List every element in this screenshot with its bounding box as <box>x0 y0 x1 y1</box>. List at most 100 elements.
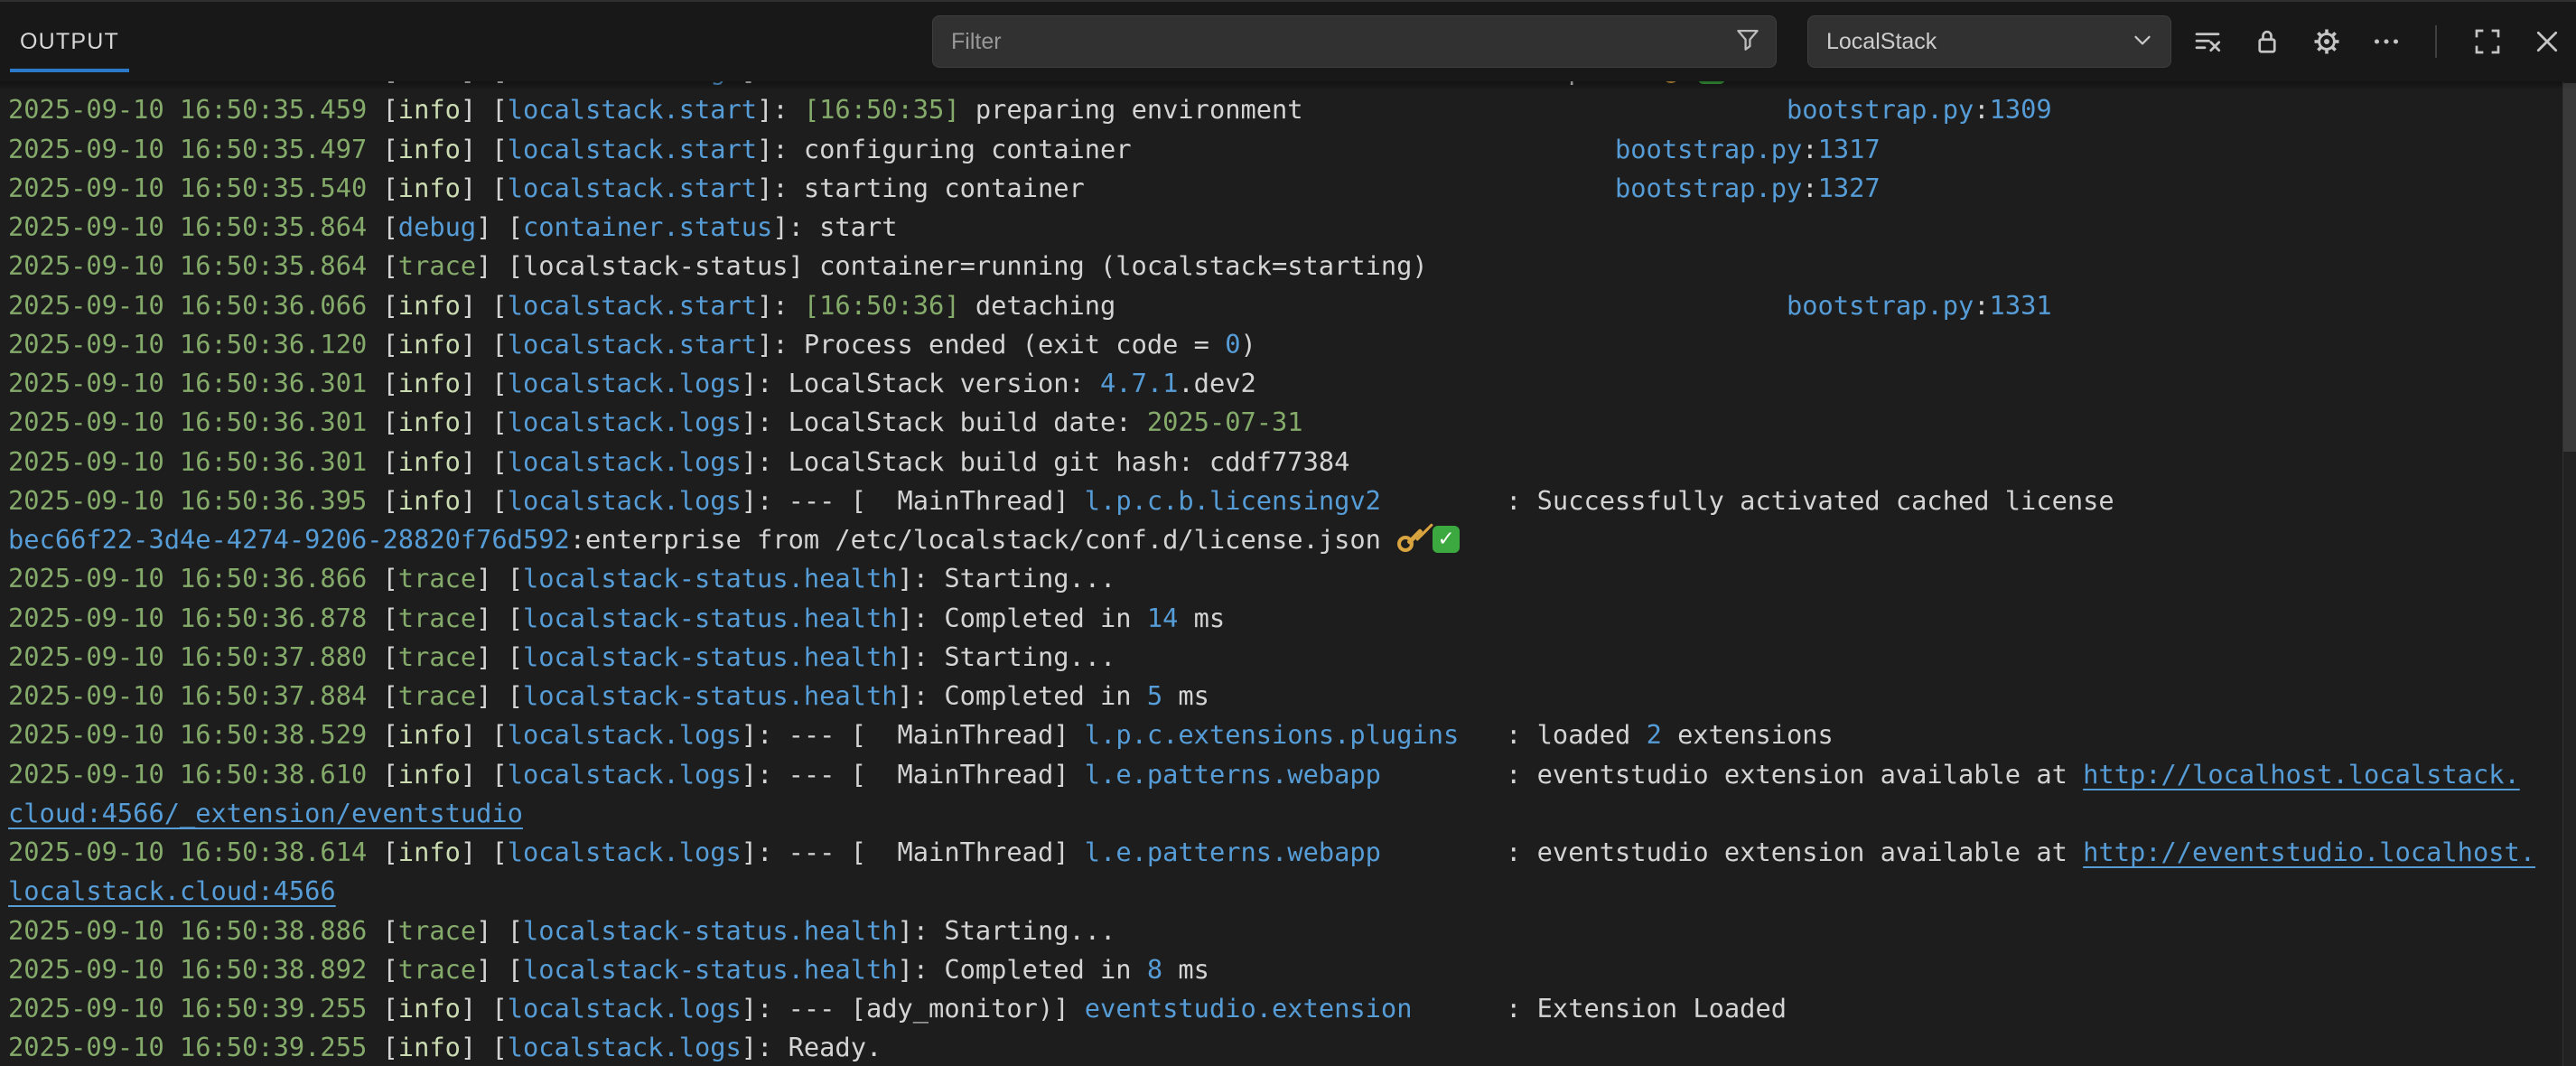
close-panel-button[interactable] <box>2527 22 2567 61</box>
log-text: 2025-09-10 16:50:38.892 <box>8 954 383 985</box>
log-text: bec66f22-3d4e-4274-9206-28820f76d592 <box>8 524 570 555</box>
log-text: [ <box>383 290 398 321</box>
log-text: localstack.logs <box>508 407 742 437</box>
log-text: trace <box>398 603 476 633</box>
log-line: 2025-09-10 16:50:38.892 [trace] [localst… <box>0 950 2576 989</box>
log-text: [ <box>383 173 398 203</box>
log-text: localstack-status.health <box>523 954 898 985</box>
key-icon <box>1662 81 1693 84</box>
log-text: ]: LocalStack build date: <box>742 407 1147 437</box>
filter-funnel-icon[interactable] <box>1732 24 1763 60</box>
log-text: 2025-09-10 16:50:36.301 <box>8 407 383 437</box>
log-text: [ <box>383 134 398 164</box>
more-actions-button[interactable] <box>2366 22 2406 61</box>
log-text: ] [ <box>476 603 523 633</box>
log-line: 2025-09-10 16:50:39.255 [info] [localsta… <box>0 989 2576 1028</box>
log-text: 2025-09-10 16:50:36.120 <box>8 329 383 360</box>
log-text: ] [ <box>476 563 523 594</box>
log-text: ] [localstack-status] container=running … <box>476 250 1428 281</box>
log-link[interactable]: localstack.cloud:4566 <box>8 875 336 906</box>
log-line: 2025-09-10 16:50:36.866 [trace] [localst… <box>0 559 2576 598</box>
log-text: ] [ <box>476 211 523 242</box>
log-line: localstack.cloud:4566 <box>0 872 2576 911</box>
log-line: 2025-09-10 16:50:36.301 [info] [localsta… <box>0 443 2576 482</box>
log-text: localstack-status.health <box>523 680 898 711</box>
lock-scrolling-button[interactable] <box>2247 22 2287 61</box>
log-text: ]: <box>757 134 804 164</box>
log-text: : <box>1802 173 1817 203</box>
log-text: [ <box>383 485 398 516</box>
tab-output[interactable]: OUTPUT <box>16 2 123 81</box>
log-text: 2025-09-10 16:50:39.255 <box>8 1032 383 1062</box>
log-text: ] [ <box>461 290 508 321</box>
clear-output-button[interactable] <box>2188 22 2227 61</box>
log-line: cloud:4566/_extension/eventstudio <box>0 794 2576 833</box>
scrollbar-thumb[interactable] <box>2563 83 2576 452</box>
log-text: 2025-09-10 16:50:35.497 <box>8 134 383 164</box>
log-text: container.status <box>523 211 772 242</box>
log-text: 2025-09-10 16:50:35.459 <box>8 94 383 125</box>
log-text: info <box>398 134 461 164</box>
log-text: info <box>398 446 461 477</box>
log-text: bec66f22-3d4e-4274-9206-28820f76d592 <box>913 81 1475 86</box>
tab-output-label: OUTPUT <box>20 29 119 55</box>
log-text: 2025-09-10 16:50:35.864 <box>8 211 383 242</box>
log-link[interactable]: http://localhost.localstack. <box>2083 759 2520 790</box>
log-text: trace <box>398 954 476 985</box>
log-text: ] [ <box>461 407 508 437</box>
log-link[interactable]: cloud:4566/_extension/eventstudio <box>8 798 523 828</box>
log-text: info <box>398 81 461 86</box>
log-text: ]: Starting... <box>898 641 1116 672</box>
log-text: ms <box>1178 603 1225 633</box>
log-view[interactable]: 2025-09-10 16:50:35.416 [info] [localsta… <box>0 81 2576 1066</box>
log-text: localstack.logs <box>508 719 742 750</box>
log-text: 2025-09-10 16:50:35.416 <box>8 81 383 86</box>
log-text: ]: --- [ MainThread] <box>742 485 1085 516</box>
log-line: 2025-09-10 16:50:35.864 [trace] [localst… <box>0 247 2576 285</box>
log-text: localstack.logs <box>508 485 742 516</box>
log-text: [ <box>383 759 398 790</box>
log-text: info <box>398 759 461 790</box>
log-text: 8 <box>1147 954 1162 985</box>
log-text: [ <box>383 211 398 242</box>
log-line: 2025-09-10 16:50:36.301 [info] [localsta… <box>0 364 2576 403</box>
log-text: [ <box>383 329 398 360</box>
log-text: l.e.patterns.webapp <box>1085 837 1381 867</box>
log-text: [ <box>383 915 398 946</box>
log-text: info <box>398 993 461 1024</box>
log-text: debug <box>398 211 476 242</box>
log-text: [16:50:35] <box>804 94 960 125</box>
vertical-scrollbar[interactable] <box>2562 81 2576 1066</box>
log-text: localstack.logs <box>508 837 742 867</box>
log-text: trace <box>398 680 476 711</box>
log-text: localstack.start <box>508 329 757 360</box>
log-line: 2025-09-10 16:50:38.886 [trace] [localst… <box>0 912 2576 950</box>
log-line: 2025-09-10 16:50:35.459 [info] [localsta… <box>0 90 2576 129</box>
header-divider <box>2435 25 2437 58</box>
log-text: eventstudio.extension <box>1085 993 1413 1024</box>
log-text: [ <box>383 993 398 1024</box>
log-text: ]: Ready. <box>742 1032 882 1062</box>
log-text: ]: Completed in <box>898 954 1147 985</box>
log-text: : eventstudio extension available at <box>1381 837 2083 867</box>
log-text: [ <box>383 407 398 437</box>
log-link[interactable]: http://eventstudio.localhost. <box>2083 837 2535 867</box>
log-text: ]: Starting... <box>898 915 1116 946</box>
log-text: ] [ <box>476 954 523 985</box>
log-text: ]: Completed in <box>898 680 1147 711</box>
gear-icon-button[interactable] <box>2307 22 2347 61</box>
log-text: localstack.logs <box>508 81 742 86</box>
log-line: 2025-09-10 16:50:35.497 [info] [localsta… <box>0 130 2576 169</box>
log-text: info <box>398 94 461 125</box>
log-text: ]: <box>757 290 804 321</box>
log-text <box>1303 94 1787 125</box>
channel-select[interactable]: LocalStack <box>1807 15 2171 68</box>
log-text: : eventstudio extension available at <box>1381 759 2083 790</box>
filter-input[interactable] <box>949 28 1732 56</box>
log-text: ]: Starting... <box>898 563 1116 594</box>
log-text: ] [ <box>461 993 508 1024</box>
maximize-panel-button[interactable] <box>2468 22 2507 61</box>
log-text: .dev2 <box>1178 368 1255 398</box>
log-text: localstack-status.health <box>523 641 898 672</box>
log-text: info <box>398 719 461 750</box>
